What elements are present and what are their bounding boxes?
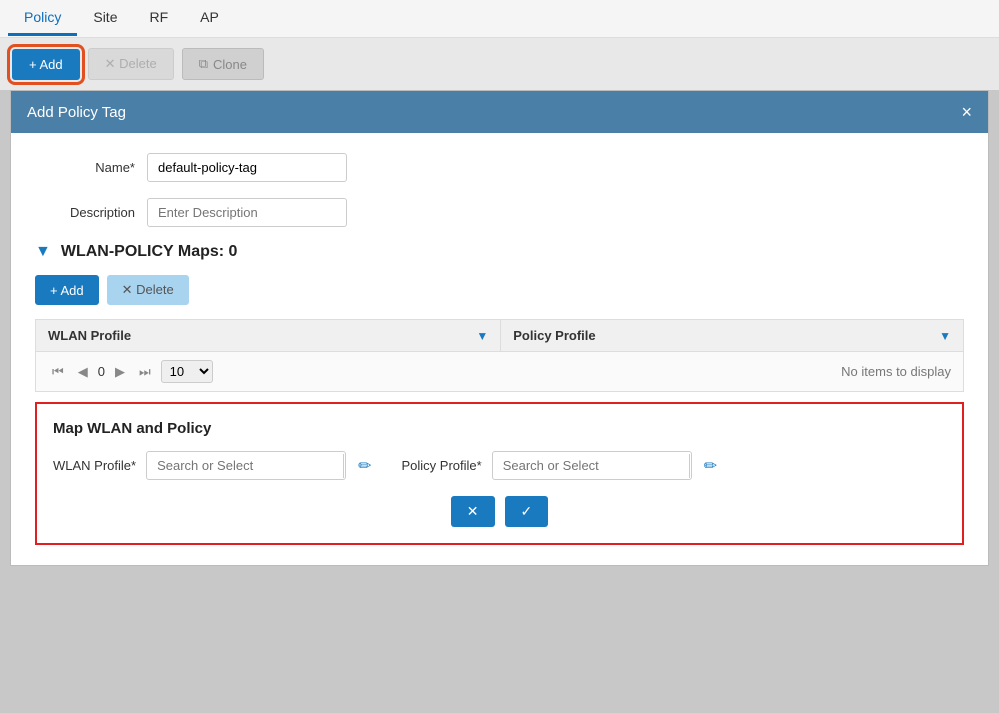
map-confirm-button[interactable]: ✓ [505,496,549,527]
modal-add-policy-tag: Add Policy Tag × Name* Description ▼ WLA… [10,90,989,566]
wlan-edit-icon[interactable]: ✏ [358,456,371,476]
col-policy-profile: Policy Profile ▼ [501,320,964,352]
pagination-bar: ⏮ ◀ 0 ▶ ⏭ 10 25 50 100 No items to displ… [35,352,964,392]
wlan-delete-button[interactable]: ✕ Delete [107,275,189,305]
policy-profile-label: Policy Profile* [401,458,481,473]
wlan-profile-input[interactable] [147,452,343,479]
tab-policy[interactable]: Policy [8,1,77,36]
modal-title: Add Policy Tag [27,104,126,121]
clone-button[interactable]: ⧉ Clone [182,48,264,80]
wlan-add-button[interactable]: + Add [35,275,99,305]
modal-header: Add Policy Tag × [11,91,988,133]
wlan-inner-toolbar: + Add ✕ Delete [35,275,964,305]
next-page-button[interactable]: ▶ [111,362,129,382]
description-label: Description [35,205,135,220]
modal-close-button[interactable]: × [961,103,972,121]
section-chevron-icon[interactable]: ▼ [35,243,51,261]
no-items-text: No items to display [841,364,951,379]
name-input[interactable] [147,153,347,182]
first-page-button[interactable]: ⏮ [48,362,68,382]
map-wlan-section: Map WLAN and Policy WLAN Profile* ▼ ✏ Po… [35,402,964,545]
map-fields-row: WLAN Profile* ▼ ✏ Policy Profile* ▼ ✏ [53,451,946,480]
tab-ap[interactable]: AP [184,1,235,36]
policy-filter-icon[interactable]: ▼ [939,329,951,343]
main-toolbar: + Add ✕ Delete ⧉ Clone [0,38,999,90]
name-label: Name* [35,160,135,175]
description-form-row: Description [35,198,964,227]
top-nav: Policy Site RF AP [0,0,999,38]
policy-edit-icon[interactable]: ✏ [704,456,717,476]
policy-profile-input[interactable] [493,452,689,479]
modal-body: Name* Description ▼ WLAN-POLICY Maps: 0 … [11,133,988,565]
wlan-profile-select-wrapper[interactable]: ▼ [146,451,346,480]
clone-icon: ⧉ [199,56,208,72]
wlan-section-title: WLAN-POLICY Maps: 0 [61,243,238,261]
wlan-section-header: ▼ WLAN-POLICY Maps: 0 [35,243,964,261]
tab-site[interactable]: Site [77,1,133,36]
wlan-profile-label: WLAN Profile* [53,458,136,473]
delete-button[interactable]: ✕ Delete [88,48,174,80]
tab-rf[interactable]: RF [133,1,184,36]
map-cancel-button[interactable]: ✕ [451,496,495,527]
page-number: 0 [98,364,105,379]
wlan-filter-icon[interactable]: ▼ [476,329,488,343]
last-page-button[interactable]: ⏭ [135,362,155,382]
table-header-row: WLAN Profile ▼ Policy Profile ▼ [36,320,964,352]
wlan-dropdown-arrow-icon[interactable]: ▼ [343,454,346,478]
col-wlan-profile: WLAN Profile ▼ [36,320,501,352]
wlan-policy-table: WLAN Profile ▼ Policy Profile ▼ [35,319,964,352]
page-size-select[interactable]: 10 25 50 100 [161,360,213,383]
policy-profile-select-wrapper[interactable]: ▼ [492,451,692,480]
map-action-buttons: ✕ ✓ [53,496,946,527]
description-input[interactable] [147,198,347,227]
prev-page-button[interactable]: ◀ [74,362,92,382]
map-section-title: Map WLAN and Policy [53,420,946,437]
policy-dropdown-arrow-icon[interactable]: ▼ [689,454,692,478]
name-form-row: Name* [35,153,964,182]
add-button[interactable]: + Add [12,49,80,80]
